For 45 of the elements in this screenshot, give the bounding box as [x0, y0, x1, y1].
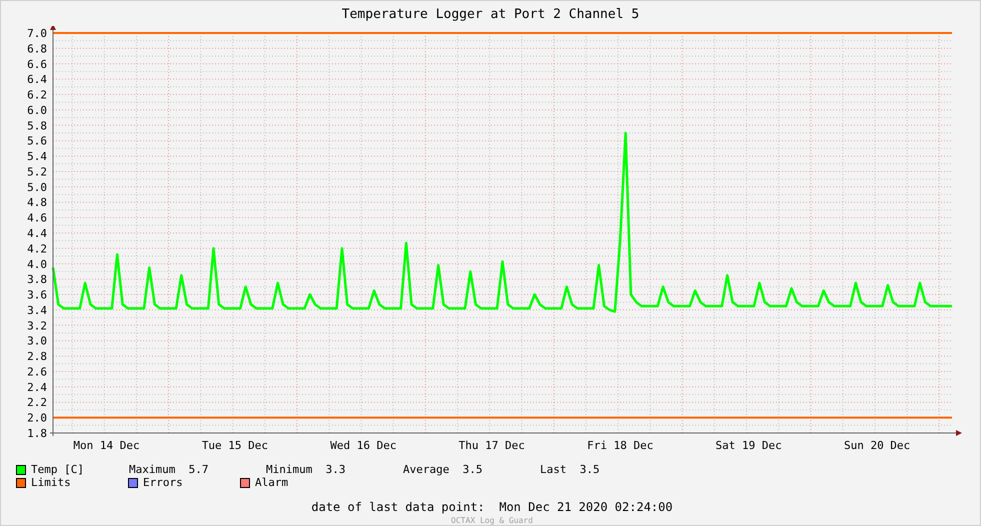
axis-label: 4.4 [27, 227, 47, 240]
axis-label: Sun 20 Dec [844, 439, 910, 452]
axis-label: 5.6 [27, 134, 47, 148]
axis-label: Wed 16 Dec [330, 439, 396, 452]
legend-label: Alarm [255, 476, 288, 489]
axis-label: 2.8 [27, 350, 47, 364]
statistic: Maximum 5.7 [129, 463, 210, 476]
axis-label: 3.2 [27, 319, 47, 332]
axis-label: 2.6 [27, 365, 47, 378]
axis-label: 2.2 [27, 396, 47, 410]
axis-label: Thu 17 Dec [458, 439, 525, 452]
axis-label: 3.4 [27, 304, 47, 317]
axis-label: 5.4 [27, 150, 47, 164]
axis-label: 2.4 [27, 380, 47, 394]
credit-text: OCTAX Log & Guard [451, 516, 533, 525]
axis-label: Tue 15 Dec [202, 439, 268, 452]
axis-label: 5.8 [27, 119, 47, 132]
statistic: Minimum 3.3 [266, 463, 346, 476]
axis-label: 3.0 [27, 334, 47, 348]
legend-label: Limits [31, 476, 71, 489]
axis-label: 3.6 [27, 288, 47, 302]
chart-title: Temperature Logger at Port 2 Channel 5 [340, 6, 640, 24]
axis-label: 4.2 [27, 242, 47, 256]
legend-label: Errors [143, 476, 183, 489]
axis-label: 5.2 [27, 165, 47, 178]
axis-label: 5.0 [27, 180, 47, 194]
axis-label: Mon 14 Dec [73, 439, 140, 452]
axis-label: 6.8 [27, 42, 47, 56]
axis-label: Fri 18 Dec [587, 439, 654, 452]
axis-label: 3.8 [27, 273, 47, 286]
axis-label: 6.4 [27, 73, 47, 86]
legend-label: Temp [C] [31, 463, 84, 476]
axis-label: 1.8 [27, 427, 47, 440]
axis-label: 4.8 [27, 196, 47, 210]
axis-label: 2.0 [27, 412, 47, 425]
statistic: Last 3.5 [540, 463, 601, 476]
axis-label: Sat 19 Dec [716, 439, 782, 452]
statistic: Average 3.5 [403, 463, 484, 476]
axis-label: 4.0 [27, 258, 47, 271]
axis-label: 6.2 [27, 88, 47, 102]
axis-label: 6.0 [27, 104, 47, 117]
axis-label: 7.0 [27, 27, 47, 40]
last-data-date: date of last data point: Mon Dec 21 2020 02:24:00 [311, 499, 673, 516]
axis-label: 4.6 [27, 212, 47, 225]
axis-label: 6.6 [27, 58, 47, 71]
